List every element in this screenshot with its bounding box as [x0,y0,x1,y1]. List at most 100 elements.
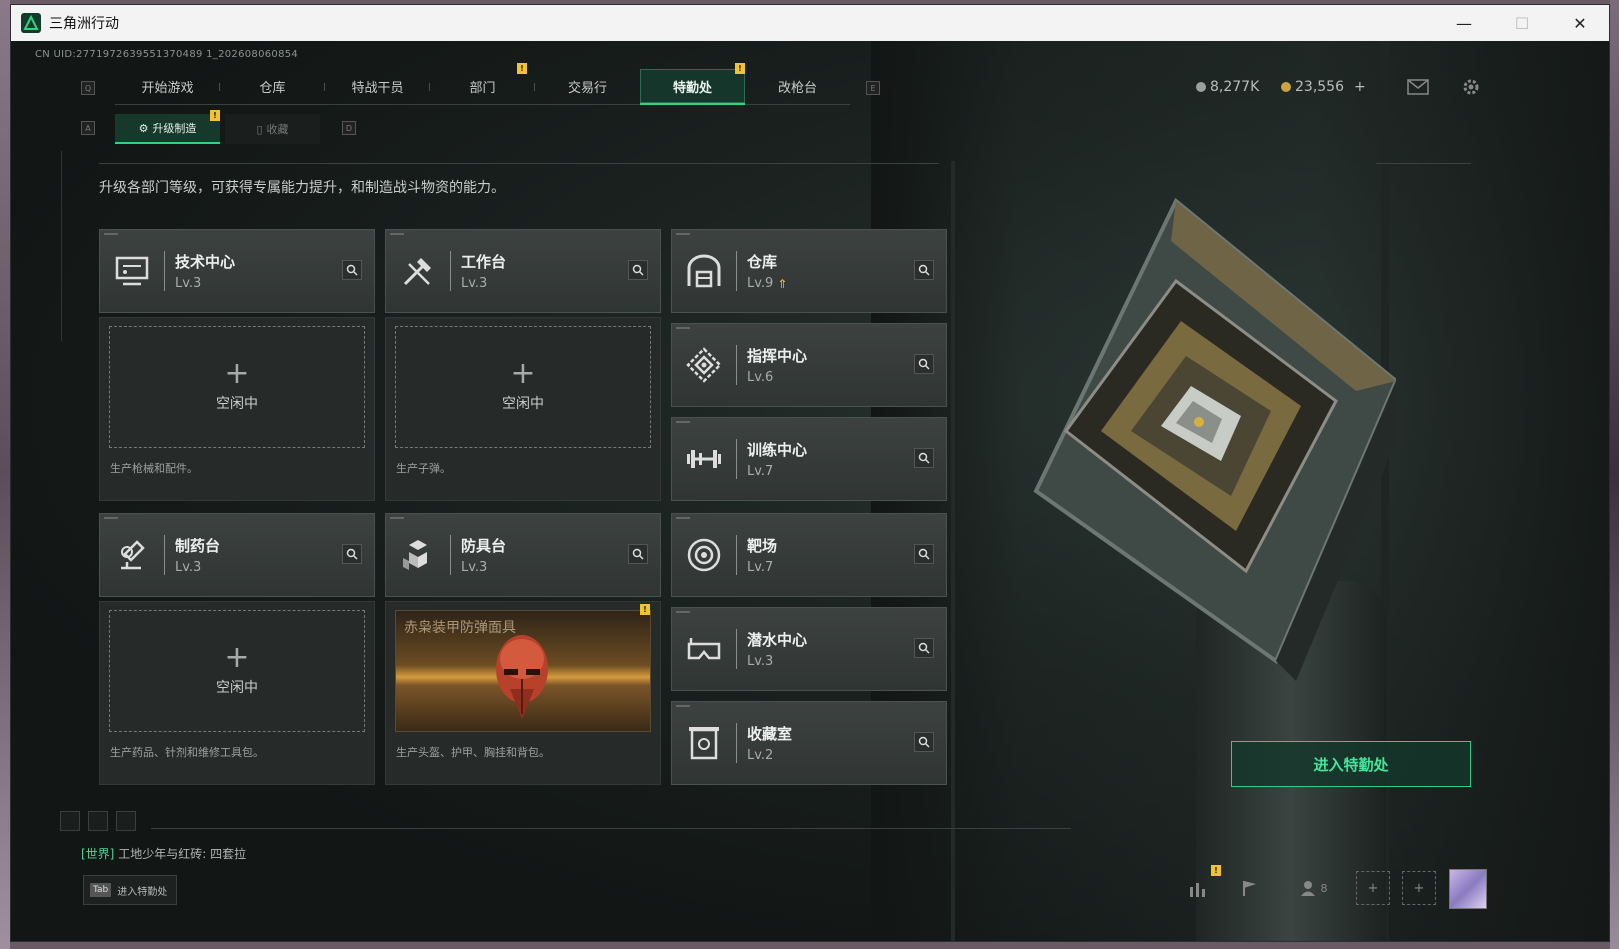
shooting-range-icon [678,529,730,581]
tab-departments[interactable]: 部门 ! [430,63,535,105]
enter-special-ops-button[interactable]: 进入特勤处 [1231,741,1471,787]
tab-hint-label: 进入特勤处 [117,886,168,898]
command-center-icon [678,339,730,391]
department-card-armor-bench[interactable]: 防具台 Lv.3 [385,513,661,597]
player-avatar[interactable] [1449,869,1487,909]
divider [1376,163,1471,164]
chat-toggle-button[interactable] [60,811,80,831]
plus-icon: + [510,356,536,391]
magnify-icon[interactable] [914,354,934,374]
department-name: 制药台 [175,537,221,555]
close-button[interactable]: ✕ [1551,5,1609,41]
department-name: 收藏室 [747,725,793,743]
tab-operators[interactable]: 特战干员 [325,69,430,105]
production-slot-empty[interactable]: + 空闲中 [109,610,365,732]
settings-gear-icon[interactable] [1459,75,1483,99]
subtab-upgrade-craft[interactable]: ⚙ 升级制造 ! [115,110,220,144]
magnify-icon[interactable] [914,732,934,752]
tab-gunsmith[interactable]: 改枪台 [745,69,850,105]
department-level: Lv.3 [175,560,202,575]
background-beam [951,161,955,941]
department-card-pharmacy[interactable]: 制药台 Lv.3 [99,513,375,597]
add-slot-button[interactable]: + [1356,871,1390,905]
department-card-training-center[interactable]: 训练中心 Lv.7 [671,417,947,501]
chat-text: 四套拉 [210,847,247,861]
tab-warehouse[interactable]: 仓库 [220,69,325,105]
warehouse-icon [678,245,730,297]
tab-label: 部门 [469,81,496,96]
department-name: 工作台 [461,253,507,271]
subtab-collection[interactable]: ▯ 收藏 [225,114,320,144]
hotkey-a: A [81,121,95,135]
tab-hint-button[interactable]: Tab 进入特勤处 [83,875,177,905]
chat-divider [151,828,1071,829]
tab-trading[interactable]: 交易行 [535,69,640,105]
tab-label: 特勤处 [672,80,712,96]
slot-status: 空闲中 [216,680,258,696]
department-level: Lv.3 [175,276,202,291]
hotkey-q: Q [81,81,95,95]
plus-icon: + [224,356,250,391]
production-panel-workbench: + 空闲中 生产子弹。 [385,317,661,501]
minimize-button[interactable]: — [1435,5,1493,41]
add-currency-button[interactable]: + [1354,79,1366,95]
magnify-icon[interactable] [914,638,934,658]
window-title: 三角洲行动 [49,16,119,32]
maximize-button[interactable]: ☐ [1493,5,1551,41]
title-bar: 三角洲行动 — ☐ ✕ [11,5,1609,41]
department-card-collection-room[interactable]: 收藏室 Lv.2 [671,701,947,785]
tab-special-ops[interactable]: 特勤处 ! [640,63,745,105]
department-card-warehouse[interactable]: 仓库 Lv.9 ⇑ [671,229,947,313]
magnify-icon[interactable] [914,260,934,280]
magnify-icon[interactable] [628,260,648,280]
slot-status: 空闲中 [216,396,258,412]
magnify-icon[interactable] [914,544,934,564]
department-card-diving-center[interactable]: 潜水中心 Lv.3 [671,607,947,691]
gold-coin-icon [1281,82,1291,92]
page-description: 升级各部门等级，可获得专属能力提升，和制造战斗物资的能力。 [99,180,505,196]
department-level: Lv.3 [461,276,488,291]
friends-button[interactable]: 8 [1291,871,1335,905]
magnify-icon[interactable] [914,448,934,468]
alert-badge: ! [210,110,220,121]
gold-amount: 23,556 [1295,79,1344,95]
armor-bench-icon [392,529,444,581]
department-card-command-center[interactable]: 指挥中心 Lv.6 [671,323,947,407]
magnify-icon[interactable] [342,544,362,564]
hotkey-d: D [342,121,356,135]
desktop-edge-left [0,0,10,949]
upgrade-available-icon: ⇑ [777,276,788,291]
tab-start-game[interactable]: 开始游戏 [115,69,220,105]
production-slot-empty[interactable]: + 空闲中 [395,326,651,448]
department-level: Lv.3 [747,654,774,669]
department-card-workbench[interactable]: 工作台 Lv.3 [385,229,661,313]
magnify-icon[interactable] [342,260,362,280]
production-slot-empty[interactable]: + 空闲中 [109,326,365,448]
subtab-label: 升级制造 [152,122,197,135]
stats-chart-icon[interactable]: ! [1181,865,1221,905]
production-description: 生产头盔、护甲、胸挂和背包。 [396,746,550,759]
department-card-shooting-range[interactable]: 靶场 Lv.7 [671,513,947,597]
alert-badge: ! [517,63,527,74]
alert-badge: ! [640,604,650,615]
divider [99,163,939,164]
plus-icon: + [224,640,250,675]
add-slot-button[interactable]: + [1402,871,1436,905]
chat-message: [世界] 工地少年与红砖: 四套拉 [81,845,246,862]
production-slot-active[interactable]: 赤枭装甲防弹面具 [395,610,651,732]
mail-icon[interactable] [1406,75,1430,99]
department-name: 训练中心 [747,441,808,459]
tab-label: 开始游戏 [141,81,194,96]
flag-icon[interactable] [1233,871,1267,905]
department-level: Lv.7 [747,560,774,575]
production-description: 生产枪械和配件。 [110,462,198,475]
department-card-tech-center[interactable]: 技术中心 Lv.3 [99,229,375,313]
production-panel-armor: 赤枭装甲防弹面具 ! 生产头盔、护甲、胸挂和背包。 [385,601,661,785]
magnify-icon[interactable] [628,544,648,564]
production-description: 生产药品、针剂和维修工具包。 [110,746,264,759]
chat-toggle-button[interactable] [116,811,136,831]
silver-coin-icon [1196,82,1206,92]
slot-status: 空闲中 [502,396,544,412]
department-level: Lv.3 [461,560,488,575]
chat-toggle-button[interactable] [88,811,108,831]
